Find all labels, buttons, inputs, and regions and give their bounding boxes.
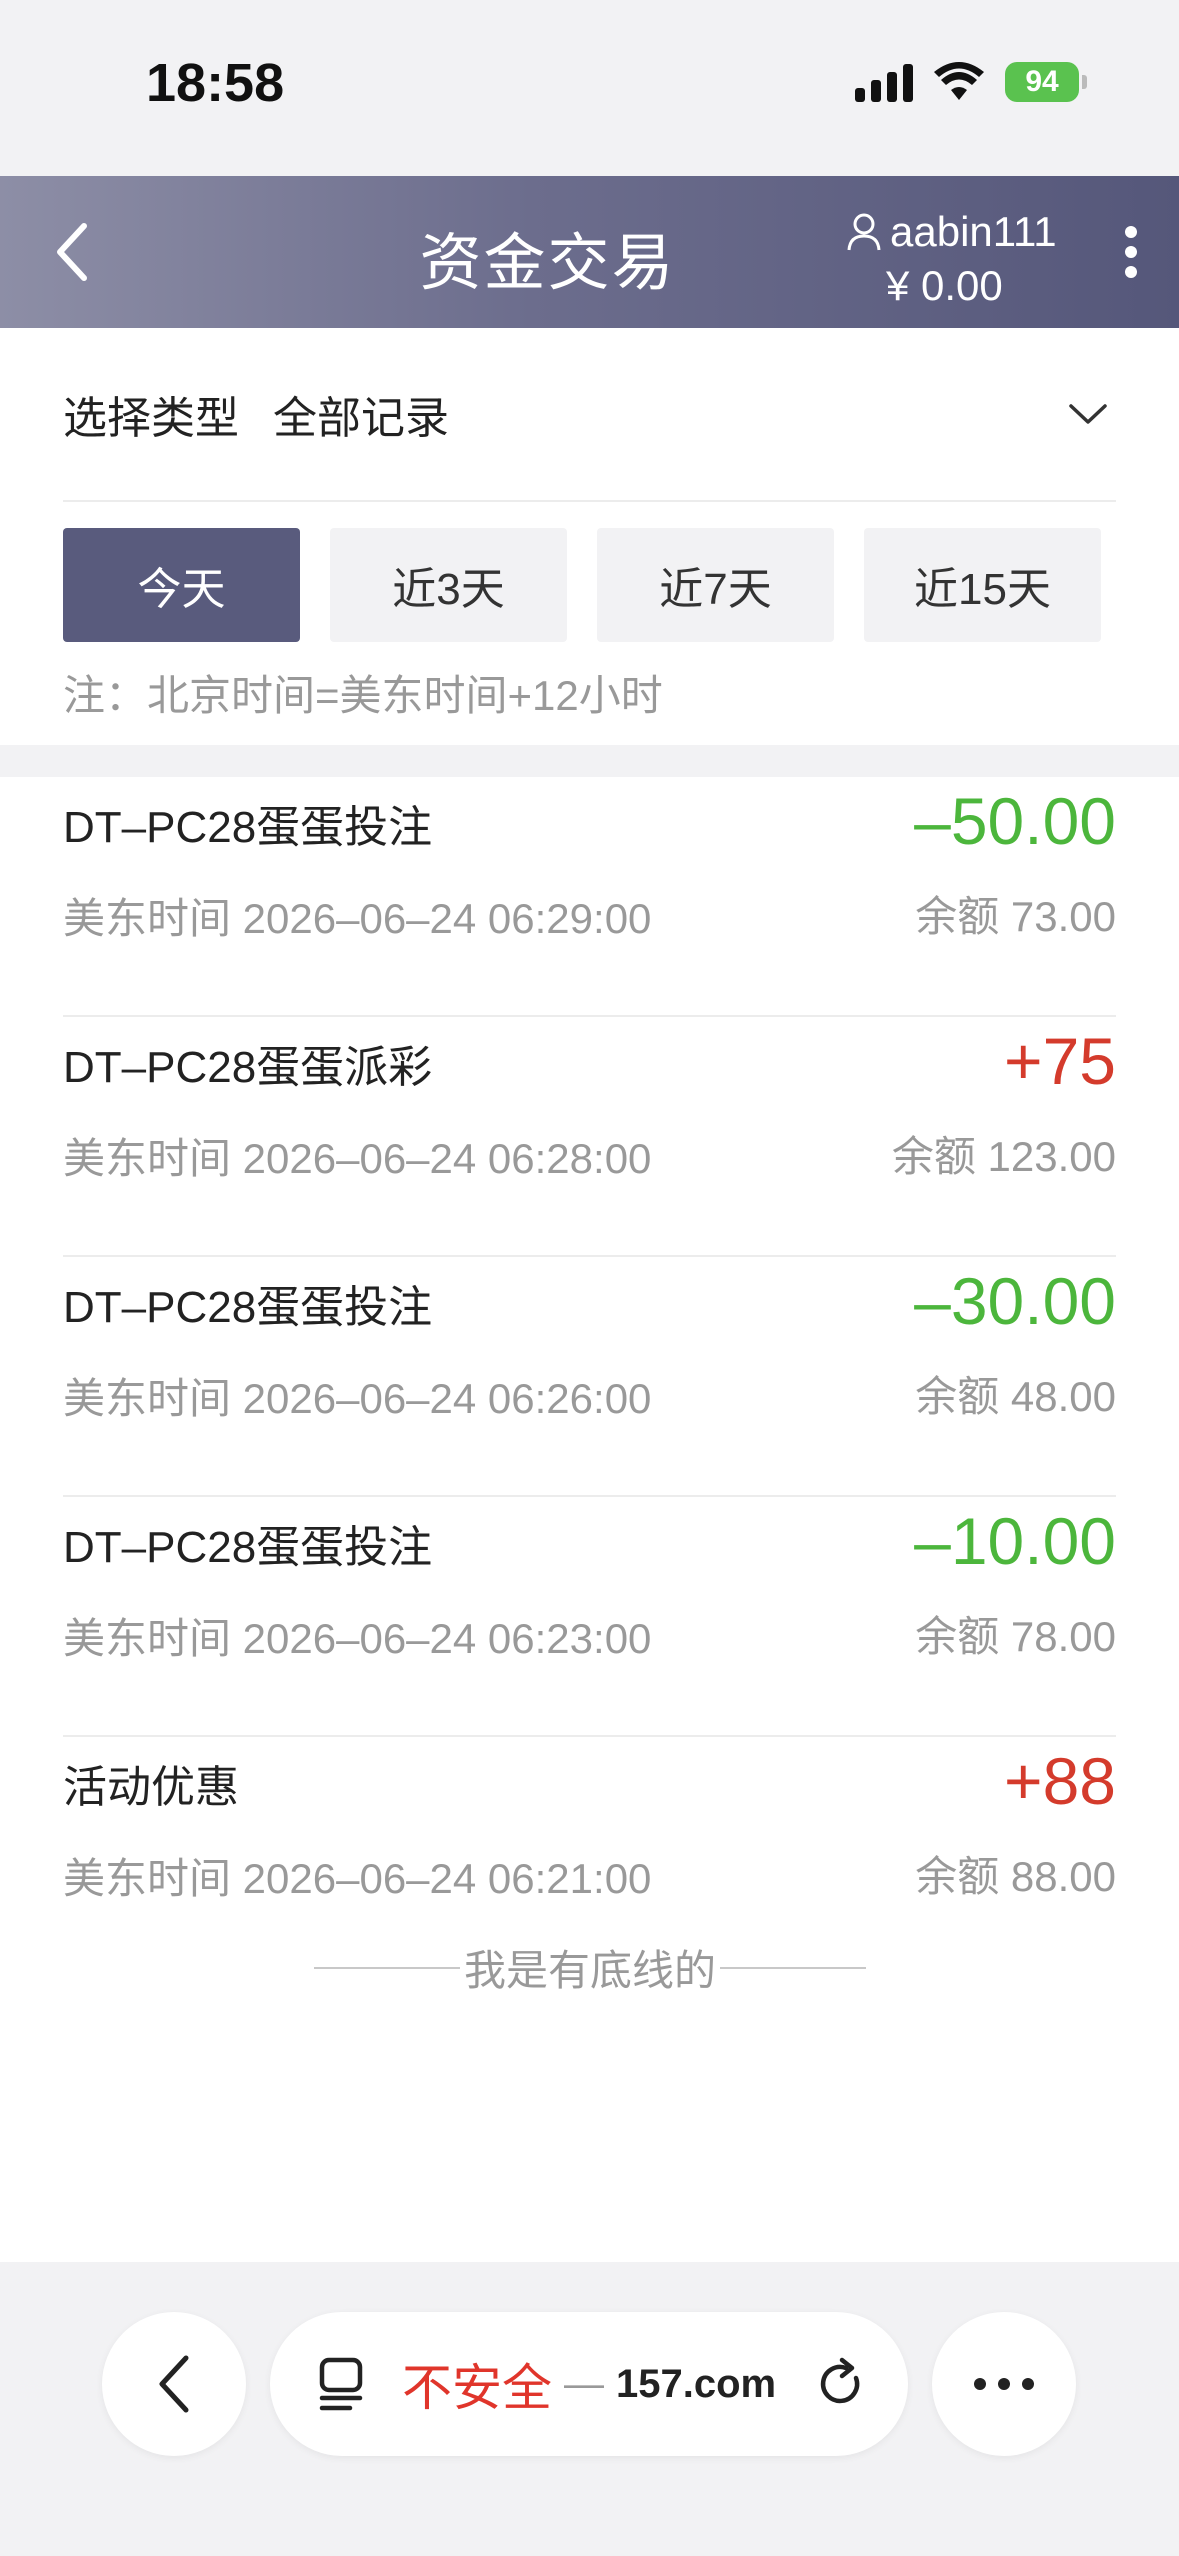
more-icon — [1125, 226, 1137, 238]
transaction-title: DT–PC28蛋蛋投注 — [63, 1523, 433, 1572]
type-selector[interactable]: 选择类型 全部记录 — [63, 328, 1116, 502]
app-header: 资金交易 aabin111 ¥ 0.00 — [0, 176, 1179, 328]
wifi-icon — [934, 62, 984, 100]
transaction-title: 活动优惠 — [63, 1763, 239, 1812]
tab-3-days[interactable]: 近3天 — [330, 528, 567, 642]
transaction-amount: –30.00 — [914, 1264, 1116, 1338]
list-end-text: 我是有底线的 — [464, 1947, 717, 1994]
transaction-time: 美东时间 2026–06–24 06:23:00 — [63, 1615, 652, 1662]
status-bar: 18:58 94 — [0, 0, 1179, 176]
transaction-title: DT–PC28蛋蛋派彩 — [63, 1043, 433, 1092]
url-separator: — — [564, 2361, 604, 2406]
browser-back-button[interactable] — [102, 2312, 246, 2456]
insecure-label: 不安全 — [402, 2360, 552, 2416]
type-value: 全部记录 — [273, 394, 449, 443]
tabs-icon — [319, 2357, 363, 2411]
address-bar[interactable]: 不安全 — 157.com — [270, 2312, 908, 2456]
transaction-balance: 余额 88.00 — [915, 1853, 1116, 1900]
transaction-time: 美东时间 2026–06–24 06:29:00 — [63, 895, 652, 942]
timezone-note: 注：北京时间=美东时间+12小时 — [63, 672, 663, 719]
transaction-amount: +88 — [1004, 1744, 1116, 1818]
signal-icon — [855, 62, 913, 102]
transaction-time: 美东时间 2026–06–24 06:21:00 — [63, 1855, 652, 1902]
reload-icon[interactable] — [816, 2356, 868, 2412]
transaction-balance: 余额 48.00 — [915, 1373, 1116, 1420]
transaction-title: DT–PC28蛋蛋投注 — [63, 1283, 433, 1332]
tab-7-days[interactable]: 近7天 — [597, 528, 834, 642]
date-range-tabs: 今天 近3天 近7天 近15天 — [63, 528, 1101, 642]
transaction-balance: 余额 78.00 — [915, 1613, 1116, 1660]
transaction-list: DT–PC28蛋蛋投注 美东时间 2026–06–24 06:29:00 –50… — [0, 777, 1179, 2262]
transaction-amount: –10.00 — [914, 1504, 1116, 1578]
username: aabin111 — [890, 208, 1057, 255]
transaction-amount: –50.00 — [914, 784, 1116, 858]
tab-15-days[interactable]: 近15天 — [864, 528, 1101, 642]
transaction-amount: +75 — [1004, 1024, 1116, 1098]
filter-panel: 选择类型 全部记录 今天 近3天 近7天 近15天 注：北京时间=美东时间+12… — [0, 328, 1179, 745]
battery-icon: 94 — [1005, 62, 1087, 102]
chevron-down-icon — [1060, 386, 1116, 442]
browser-more-button[interactable] — [932, 2312, 1076, 2456]
battery-level: 94 — [1025, 65, 1059, 98]
transaction-balance: 余额 123.00 — [891, 1133, 1116, 1180]
transaction-time: 美东时间 2026–06–24 06:28:00 — [63, 1135, 652, 1182]
transaction-row[interactable]: DT–PC28蛋蛋投注 美东时间 2026–06–24 06:23:00 –10… — [63, 1497, 1116, 1737]
transaction-row[interactable]: DT–PC28蛋蛋投注 美东时间 2026–06–24 06:29:00 –50… — [63, 777, 1116, 1017]
user-icon — [847, 213, 881, 251]
transaction-title: DT–PC28蛋蛋投注 — [63, 803, 433, 852]
transaction-balance: 余额 73.00 — [915, 893, 1116, 940]
more-button[interactable] — [1111, 222, 1151, 282]
status-time: 18:58 — [146, 53, 285, 113]
account-balance: ¥ 0.00 — [886, 262, 1003, 309]
browser-back-icon — [159, 2355, 189, 2413]
tab-today[interactable]: 今天 — [63, 528, 300, 642]
transaction-row[interactable]: DT–PC28蛋蛋派彩 美东时间 2026–06–24 06:28:00 +75… — [63, 1017, 1116, 1257]
transaction-time: 美东时间 2026–06–24 06:26:00 — [63, 1375, 652, 1422]
url-domain: 157.com — [616, 2361, 777, 2406]
transaction-row[interactable]: DT–PC28蛋蛋投注 美东时间 2026–06–24 06:26:00 –30… — [63, 1257, 1116, 1497]
ellipsis-icon — [974, 2378, 1034, 2390]
browser-toolbar: 不安全 — 157.com — [0, 2262, 1179, 2556]
user-info[interactable]: aabin111 ¥ 0.00 — [846, 208, 1057, 310]
status-icons: 94 — [855, 62, 1087, 102]
type-label: 选择类型 — [63, 394, 239, 443]
list-end-marker: 我是有底线的 — [314, 1937, 867, 1998]
